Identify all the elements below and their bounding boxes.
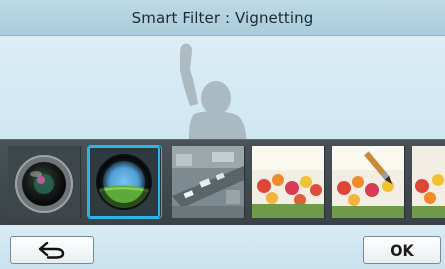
filter-thumb-partial[interactable]	[412, 146, 445, 218]
fisheye-lens-icon	[8, 146, 80, 218]
filter-thumb-miniature[interactable]	[172, 146, 245, 218]
vignetting-lens-icon	[96, 154, 152, 210]
ok-button[interactable]: OK	[363, 236, 441, 264]
filter-thumb-sketch-brush[interactable]	[332, 146, 405, 218]
sketch-flowers-partial-icon	[412, 146, 445, 218]
miniature-city-icon	[172, 146, 244, 218]
filter-filmstrip[interactable]	[0, 139, 445, 226]
page-title: Smart Filter : Vignetting	[131, 8, 314, 27]
filter-thumb-sketch[interactable]	[252, 146, 325, 218]
ok-button-label: OK	[390, 240, 414, 260]
back-button[interactable]	[10, 236, 94, 264]
filter-thumb-fisheye[interactable]	[8, 146, 81, 218]
filter-thumb-vignetting[interactable]	[88, 146, 161, 218]
title-bar: Smart Filter : Vignetting	[0, 0, 445, 36]
back-arrow-icon	[38, 241, 65, 259]
camera-screen: Smart Filter : Vignetting OK	[0, 0, 445, 269]
sketch-flowers-icon	[252, 146, 324, 218]
bottom-bar: OK	[0, 225, 445, 269]
sketch-flowers-brush-icon	[332, 146, 404, 218]
